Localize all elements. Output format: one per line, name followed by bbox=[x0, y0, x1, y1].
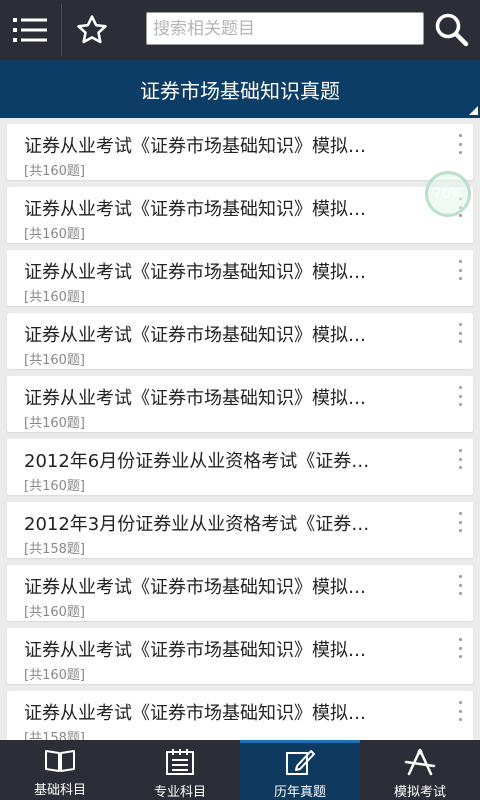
tab-label: 基础科目 bbox=[33, 783, 86, 798]
item-question-count: [共160题] bbox=[24, 668, 85, 683]
page-title: 证券市场基础知识真题 bbox=[140, 78, 340, 103]
item-title: 2012年3月份证券业从业资格考试《证券… bbox=[24, 514, 370, 535]
list-item[interactable]: 证券从业考试《证券市场基础知识》模拟… [共160题] bbox=[7, 313, 473, 369]
search-button[interactable] bbox=[428, 6, 474, 52]
item-title: 证券从业考试《证券市场基础知识》模拟… bbox=[24, 640, 366, 661]
bottom-nav: 基础科目 专业科目 历年真题 模拟考试 bbox=[0, 740, 480, 800]
top-toolbar bbox=[0, 0, 480, 60]
more-options-icon[interactable] bbox=[453, 449, 467, 469]
item-title: 证券从业考试《证券市场基础知识》模拟… bbox=[24, 262, 366, 283]
list-item[interactable]: 证券从业考试《证券市场基础知识》模拟… [共158题] bbox=[7, 691, 473, 740]
toolbar-divider bbox=[61, 4, 62, 56]
progress-indicator: 70% bbox=[425, 171, 471, 217]
favorites-button[interactable] bbox=[64, 0, 120, 60]
list-item[interactable]: 2012年3月份证券业从业资格考试《证券… [共158题] bbox=[7, 502, 473, 558]
item-title: 证券从业考试《证券市场基础知识》模拟… bbox=[24, 199, 366, 220]
tab-label: 模拟考试 bbox=[393, 785, 446, 800]
more-options-icon[interactable] bbox=[453, 701, 467, 721]
more-options-icon[interactable] bbox=[453, 323, 467, 343]
search-input[interactable] bbox=[146, 12, 424, 45]
item-title: 证券从业考试《证券市场基础知识》模拟… bbox=[24, 577, 366, 598]
item-question-count: [共158题] bbox=[24, 731, 85, 740]
exam-list[interactable]: 证券从业考试《证券市场基础知识》模拟… [共160题] 证券从业考试《证券市场基… bbox=[0, 124, 480, 740]
item-title: 证券从业考试《证券市场基础知识》模拟… bbox=[24, 703, 366, 724]
compass-ruler-icon bbox=[404, 748, 436, 776]
item-question-count: [共158题] bbox=[24, 542, 85, 557]
list-item[interactable]: 证券从业考试《证券市场基础知识》模拟… [共160题] bbox=[7, 187, 473, 243]
item-question-count: [共160题] bbox=[24, 353, 85, 368]
more-options-icon[interactable] bbox=[453, 386, 467, 406]
item-question-count: [共160题] bbox=[24, 605, 85, 620]
tab-professional-subjects[interactable]: 专业科目 bbox=[120, 740, 240, 800]
list-item[interactable]: 证券从业考试《证券市场基础知识》模拟… [共160题] bbox=[7, 565, 473, 621]
item-title: 证券从业考试《证券市场基础知识》模拟… bbox=[24, 388, 366, 409]
item-question-count: [共160题] bbox=[24, 290, 85, 305]
more-options-icon[interactable] bbox=[453, 260, 467, 280]
item-question-count: [共160题] bbox=[24, 479, 85, 494]
list-item[interactable]: 证券从业考试《证券市场基础知识》模拟… [共160题] bbox=[7, 376, 473, 432]
item-question-count: [共160题] bbox=[24, 227, 85, 242]
tab-label: 历年真题 bbox=[273, 785, 326, 800]
progress-text: 70% bbox=[433, 186, 463, 202]
list-item[interactable]: 2012年6月份证券业从业资格考试《证券… [共160题] bbox=[7, 439, 473, 495]
menu-button[interactable] bbox=[0, 0, 60, 60]
more-options-icon[interactable] bbox=[453, 512, 467, 532]
search-icon bbox=[435, 13, 469, 47]
page-title-bar: 证券市场基础知识真题 bbox=[0, 60, 480, 118]
more-options-icon[interactable] bbox=[453, 575, 467, 595]
item-question-count: [共160题] bbox=[24, 164, 85, 179]
item-title: 证券从业考试《证券市场基础知识》模拟… bbox=[24, 136, 366, 157]
item-question-count: [共160题] bbox=[24, 416, 85, 431]
tab-label: 专业科目 bbox=[153, 785, 206, 800]
list-item[interactable]: 证券从业考试《证券市场基础知识》模拟… [共160题] bbox=[7, 628, 473, 684]
edit-icon bbox=[286, 750, 315, 775]
tab-past-exams[interactable]: 历年真题 bbox=[240, 740, 360, 800]
tab-mock-exam[interactable]: 模拟考试 bbox=[360, 740, 480, 800]
book-icon bbox=[45, 750, 75, 772]
more-options-icon[interactable] bbox=[453, 638, 467, 658]
item-title: 2012年6月份证券业从业资格考试《证券… bbox=[24, 451, 370, 472]
item-title: 证券从业考试《证券市场基础知识》模拟… bbox=[24, 325, 366, 346]
star-icon bbox=[77, 15, 107, 44]
menu-icon bbox=[13, 18, 47, 42]
more-options-icon[interactable] bbox=[453, 134, 467, 154]
list-item[interactable]: 证券从业考试《证券市场基础知识》模拟… [共160题] bbox=[7, 124, 473, 180]
tab-basic-subjects[interactable]: 基础科目 bbox=[0, 740, 120, 800]
list-item[interactable]: 证券从业考试《证券市场基础知识》模拟… [共160题] bbox=[7, 250, 473, 306]
calendar-icon bbox=[166, 749, 194, 775]
corner-triangle-icon bbox=[469, 106, 478, 115]
